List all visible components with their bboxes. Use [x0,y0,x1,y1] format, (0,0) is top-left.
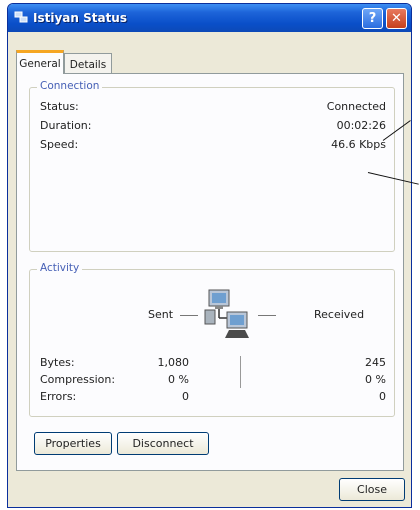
window-title: Istiyan Status [33,11,127,25]
activity-group: Activity Sent Received Bytes: 1,080 245 … [29,262,395,417]
errors-received-value: 0 [379,390,386,403]
network-connection-icon [14,11,28,23]
activity-legend: Activity [37,262,83,274]
bytes-received-value: 245 [365,356,386,369]
errors-sent-value: 0 [182,390,189,403]
errors-label: Errors: [40,390,77,403]
status-label: Status: [40,100,79,113]
tab-details[interactable]: Details [64,53,112,75]
tab-general[interactable]: General [16,50,64,74]
compression-sent-value: 0 % [168,373,189,386]
received-dash [258,315,276,316]
close-button[interactable]: Close [339,478,405,501]
duration-label: Duration: [40,119,92,132]
compression-received-value: 0 % [365,373,386,386]
duration-value: 00:02:26 [336,119,386,132]
general-tab-panel: Connection Status: Connected Duration: 0… [16,73,404,471]
speed-label: Speed: [40,138,79,151]
bytes-label: Bytes: [40,356,75,369]
disconnect-button[interactable]: Disconnect [117,432,209,455]
compression-label: Compression: [40,373,116,386]
received-label: Received [314,308,365,321]
status-value: Connected [326,100,386,113]
sent-dash [180,315,198,316]
help-button[interactable]: ? [362,8,383,29]
status-dialog: Istiyan Status ? ✕ General Details Conne… [7,3,412,508]
connection-group: Connection Status: Connected Duration: 0… [29,80,395,252]
title-bar[interactable]: Istiyan Status ? ✕ [8,4,411,32]
connection-legend: Connection [37,80,103,92]
speed-value: 46.6 Kbps [331,138,386,151]
sent-label: Sent [148,308,174,321]
close-window-button[interactable]: ✕ [386,8,407,29]
properties-button[interactable]: Properties [34,432,112,455]
network-computers-icon [204,289,249,338]
bytes-sent-value: 1,080 [157,356,190,369]
activity-divider [240,356,241,388]
